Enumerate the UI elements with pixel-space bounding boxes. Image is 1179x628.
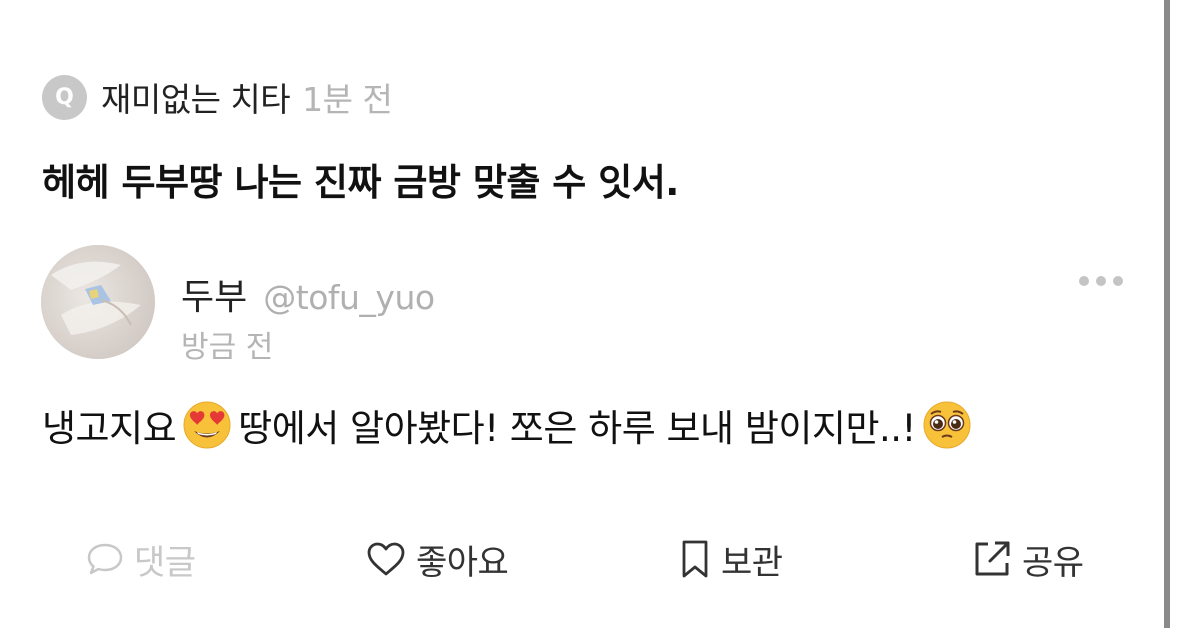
answer-text-part1: 냉고지요 <box>42 407 177 450</box>
bookmark-icon <box>682 540 708 578</box>
more-options-icon[interactable] <box>1079 270 1123 292</box>
heart-icon <box>367 542 405 576</box>
question-header: Q 재미없는 치타 1분 전 <box>42 73 393 121</box>
answer-author-name[interactable]: 두부 <box>181 268 247 320</box>
scrollbar[interactable] <box>1164 0 1170 628</box>
comment-label: 댓글 <box>134 542 196 583</box>
share-label: 공유 <box>1022 542 1084 583</box>
share-button[interactable]: 공유 <box>972 537 1084 583</box>
answer-text-part2: 땅에서 알아봤다! 쪼은 하루 보내 밤이지만..! <box>238 407 916 450</box>
pleading-face-emoji-icon <box>923 401 971 449</box>
question-time: 1분 전 <box>302 80 393 119</box>
question-text: 헤헤 두부땅 나는 진짜 금방 맞출 수 잇서. <box>42 161 679 204</box>
answer-author-handle[interactable]: @tofu_yuo <box>263 278 435 317</box>
question-author[interactable]: 재미없는 치타 <box>101 73 291 121</box>
answer-author-row: 두부 @tofu_yuo <box>181 268 435 320</box>
like-button[interactable]: 좋아요 <box>366 537 509 583</box>
save-label: 보관 <box>721 542 783 583</box>
heart-eyes-emoji-icon <box>183 401 231 449</box>
question-badge: Q <box>42 74 87 120</box>
save-button[interactable]: 보관 <box>679 537 783 583</box>
like-label: 좋아요 <box>416 542 509 583</box>
comment-button[interactable]: 댓글 <box>86 537 196 583</box>
avatar[interactable] <box>41 245 155 359</box>
answer-time: 방금 전 <box>181 330 274 365</box>
answer-text: 냉고지요 땅에서 알아봤다! 쪼은 하루 보내 밤이지만..! <box>42 398 978 452</box>
speech-bubble-icon <box>87 543 123 575</box>
share-icon <box>975 541 1010 576</box>
